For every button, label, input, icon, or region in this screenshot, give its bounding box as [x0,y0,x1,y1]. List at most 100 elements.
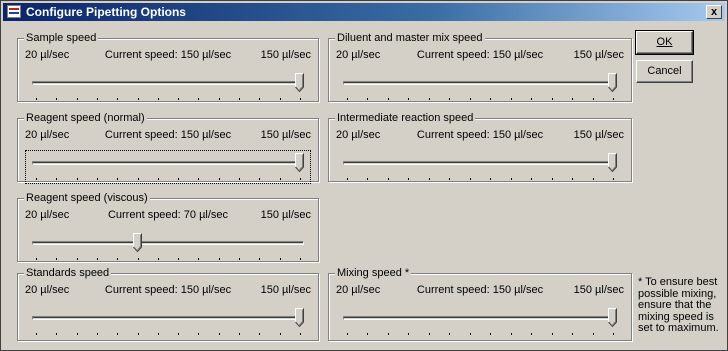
slider-thumb[interactable] [295,153,304,173]
slider-tick [551,178,553,180]
slider-tick [36,333,37,335]
slider-ticks [36,98,301,100]
slider-tick [157,178,159,180]
cancel-button[interactable]: Cancel [636,60,693,83]
slider-tick [56,98,58,100]
slider-tick [218,258,220,260]
slider-tick [178,333,180,335]
slider-thumb[interactable] [608,73,617,93]
slider-tick [117,258,119,260]
slider-tick [36,98,37,100]
slider-track[interactable] [343,161,617,165]
slider-tick [96,178,98,180]
configure-pipetting-dialog: Configure Pipetting Options x Sample spe… [0,0,728,351]
slider-tick [572,178,574,180]
slider-tick [408,333,410,335]
group-label: Reagent speed (viscous) [24,192,150,204]
slider-tick [178,98,180,100]
slider-tick [592,98,594,100]
slider-tick [239,333,241,335]
slider-tick [239,98,241,100]
slider-tick [469,178,471,180]
mixing-note: * To ensure best possible mixing, ensure… [638,276,719,334]
ok-button-label: OK [656,36,673,48]
slider-tick [157,98,159,100]
slider-tick [96,258,98,260]
sample-speed-slider[interactable] [26,71,310,103]
slider-tick [300,98,301,100]
slider-tick [469,333,471,335]
slider-track[interactable] [343,81,617,85]
slider-tick [218,333,220,335]
slider-tick [279,178,281,180]
group-label: Mixing speed * [335,267,412,279]
slider-tick [76,333,78,335]
slider-tick [490,98,492,100]
standards-speed-slider[interactable] [26,306,310,338]
slider-tick [239,178,241,180]
group-label: Reagent speed (normal) [24,112,147,124]
slider-tick [551,333,553,335]
slider-track[interactable] [32,161,304,165]
slider-tick [490,333,492,335]
mixing-speed-slider[interactable] [337,306,623,338]
slider-ticks [36,178,301,180]
reagent-viscous-speed-slider[interactable] [26,231,310,263]
slider-tick [490,178,492,180]
slider-tick [531,98,533,100]
slider-tick [613,333,614,335]
slider-tick [572,98,574,100]
slider-ticks [347,98,614,100]
mixing-speed-group: Mixing speed * 20 µl/sec Current speed: … [328,267,632,341]
slider-tick [218,178,220,180]
slider-tick [592,178,594,180]
slider-thumb[interactable] [295,73,304,93]
reagent-viscous-speed-group: Reagent speed (viscous) 20 µl/sec Curren… [17,192,319,263]
slider-tick [387,178,389,180]
slider-thumb[interactable] [608,153,617,173]
standards-speed-group: Standards speed 20 µl/sec Current speed:… [17,267,319,341]
slider-tick [367,333,369,335]
slider-tick [198,178,200,180]
slider-track[interactable] [32,316,304,320]
ok-button[interactable]: OK [635,30,694,55]
group-label: Standards speed [24,267,112,279]
slider-ticks [36,258,301,260]
max-speed-label: 150 µl/sec [260,209,311,221]
slider-thumb[interactable] [608,308,617,328]
close-button[interactable]: x [706,5,722,19]
slider-tick [178,178,180,180]
slider-thumb[interactable] [295,308,304,328]
reagent-normal-speed-slider[interactable] [25,150,311,184]
slider-tick [572,333,574,335]
slider-tick [259,333,261,335]
slider-tick [259,178,261,180]
slider-tick [387,333,389,335]
slider-track[interactable] [343,316,617,320]
slider-tick [157,333,159,335]
max-speed-label: 150 µl/sec [573,284,624,296]
slider-tick [300,333,301,335]
max-speed-label: 150 µl/sec [573,49,624,61]
slider-tick [592,333,594,335]
slider-tick [137,98,139,100]
slider-tick [449,98,451,100]
title-bar[interactable]: Configure Pipetting Options x [3,3,725,21]
intermediate-speed-slider[interactable] [337,151,623,183]
slider-track[interactable] [32,241,304,245]
slider-tick [510,98,512,100]
diluent-speed-slider[interactable] [337,71,623,103]
slider-tick [551,98,553,100]
slider-tick [76,98,78,100]
max-speed-label: 150 µl/sec [260,129,311,141]
slider-track[interactable] [32,81,304,85]
slider-tick [408,178,410,180]
slider-tick [259,98,261,100]
slider-tick [387,98,389,100]
group-label: Intermediate reaction speed [335,112,476,124]
reagent-normal-speed-group: Reagent speed (normal) 20 µl/sec Current… [17,112,319,184]
group-label: Diluent and master mix speed [335,32,485,44]
group-label: Sample speed [24,32,99,44]
slider-thumb[interactable] [132,233,142,253]
slider-tick [259,258,261,260]
